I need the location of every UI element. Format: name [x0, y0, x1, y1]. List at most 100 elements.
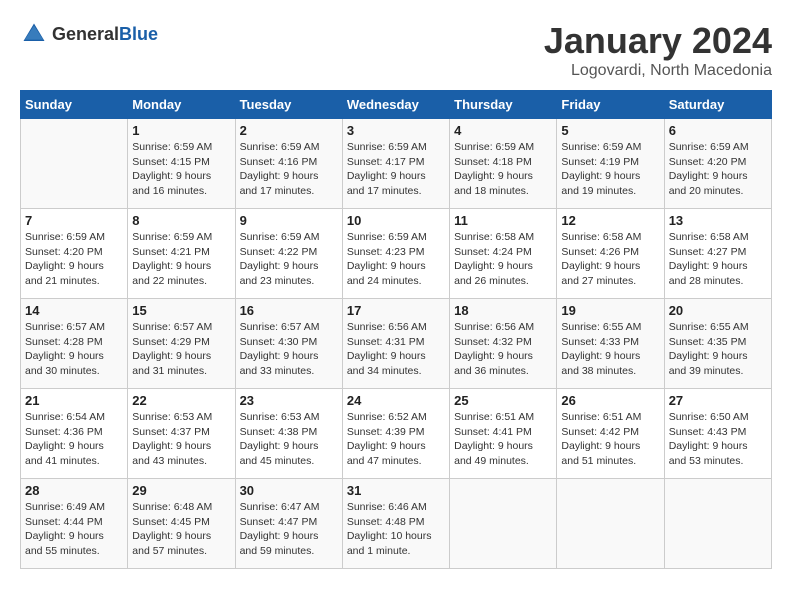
- logo-icon: [20, 20, 48, 48]
- day-info: Sunrise: 6:52 AMSunset: 4:39 PMDaylight:…: [347, 410, 445, 469]
- day-number: 23: [240, 393, 338, 408]
- calendar-cell: 13 Sunrise: 6:58 AMSunset: 4:27 PMDayligh…: [664, 209, 771, 299]
- day-info: Sunrise: 6:59 AMSunset: 4:16 PMDaylight:…: [240, 140, 338, 199]
- calendar-week-row: 21 Sunrise: 6:54 AMSunset: 4:36 PMDayligh…: [21, 389, 772, 479]
- day-number: 14: [25, 303, 123, 318]
- calendar-cell: 30Sunrise: 6:47 AMSunset: 4:47 PMDayligh…: [235, 479, 342, 569]
- title-block: January 2024 Logovardi, North Macedonia: [544, 20, 772, 80]
- day-info: Sunrise: 6:59 AMSunset: 4:15 PMDaylight:…: [132, 140, 230, 199]
- day-number: 20: [669, 303, 767, 318]
- calendar-subtitle: Logovardi, North Macedonia: [544, 62, 772, 80]
- day-number: 1: [132, 123, 230, 138]
- day-info: Sunrise: 6:58 AMSunset: 4:27 PMDaylight:…: [669, 230, 767, 289]
- calendar-title: January 2024: [544, 20, 772, 62]
- day-info: Sunrise: 6:57 AMSunset: 4:29 PMDaylight:…: [132, 320, 230, 379]
- column-header-tuesday: Tuesday: [235, 91, 342, 119]
- day-number: 13: [669, 213, 767, 228]
- day-info: Sunrise: 6:58 AMSunset: 4:26 PMDaylight:…: [561, 230, 659, 289]
- day-number: 18: [454, 303, 552, 318]
- day-info: Sunrise: 6:55 AMSunset: 4:33 PMDaylight:…: [561, 320, 659, 379]
- day-number: 10: [347, 213, 445, 228]
- day-number: 24: [347, 393, 445, 408]
- column-header-sunday: Sunday: [21, 91, 128, 119]
- calendar-cell: 28 Sunrise: 6:49 AMSunset: 4:44 PMDayligh…: [21, 479, 128, 569]
- calendar-cell: 9Sunrise: 6:59 AMSunset: 4:22 PMDaylight…: [235, 209, 342, 299]
- day-number: 11: [454, 213, 552, 228]
- calendar-cell: 1 Sunrise: 6:59 AMSunset: 4:15 PMDaylight…: [128, 119, 235, 209]
- day-info: Sunrise: 6:57 AMSunset: 4:28 PMDaylight:…: [25, 320, 123, 379]
- calendar-cell: 21 Sunrise: 6:54 AMSunset: 4:36 PMDayligh…: [21, 389, 128, 479]
- calendar-cell: 26 Sunrise: 6:51 AMSunset: 4:42 PMDayligh…: [557, 389, 664, 479]
- day-number: 17: [347, 303, 445, 318]
- calendar-cell: 14 Sunrise: 6:57 AMSunset: 4:28 PMDayligh…: [21, 299, 128, 389]
- day-number: 3: [347, 123, 445, 138]
- calendar-cell: 6Sunrise: 6:59 AMSunset: 4:20 PMDaylight…: [664, 119, 771, 209]
- day-number: 7: [25, 213, 123, 228]
- calendar-table: SundayMondayTuesdayWednesdayThursdayFrid…: [20, 90, 772, 569]
- calendar-cell: 18 Sunrise: 6:56 AMSunset: 4:32 PMDayligh…: [450, 299, 557, 389]
- day-info: Sunrise: 6:50 AMSunset: 4:43 PMDaylight:…: [669, 410, 767, 469]
- calendar-cell: 10Sunrise: 6:59 AMSunset: 4:23 PMDayligh…: [342, 209, 449, 299]
- day-info: Sunrise: 6:59 AMSunset: 4:21 PMDaylight:…: [132, 230, 230, 289]
- day-number: 31: [347, 483, 445, 498]
- calendar-cell: [664, 479, 771, 569]
- calendar-cell: 16Sunrise: 6:57 AMSunset: 4:30 PMDayligh…: [235, 299, 342, 389]
- day-number: 16: [240, 303, 338, 318]
- calendar-cell: 25 Sunrise: 6:51 AMSunset: 4:41 PMDayligh…: [450, 389, 557, 479]
- day-number: 2: [240, 123, 338, 138]
- calendar-cell: [450, 479, 557, 569]
- day-number: 4: [454, 123, 552, 138]
- calendar-week-row: 14 Sunrise: 6:57 AMSunset: 4:28 PMDayligh…: [21, 299, 772, 389]
- day-info: Sunrise: 6:59 AMSunset: 4:22 PMDaylight:…: [240, 230, 338, 289]
- calendar-cell: 8 Sunrise: 6:59 AMSunset: 4:21 PMDaylight…: [128, 209, 235, 299]
- calendar-cell: 3 Sunrise: 6:59 AMSunset: 4:17 PMDaylight…: [342, 119, 449, 209]
- day-info: Sunrise: 6:53 AMSunset: 4:37 PMDaylight:…: [132, 410, 230, 469]
- calendar-cell: 15 Sunrise: 6:57 AMSunset: 4:29 PMDayligh…: [128, 299, 235, 389]
- day-info: Sunrise: 6:54 AMSunset: 4:36 PMDaylight:…: [25, 410, 123, 469]
- day-info: Sunrise: 6:51 AMSunset: 4:41 PMDaylight:…: [454, 410, 552, 469]
- column-header-friday: Friday: [557, 91, 664, 119]
- day-info: Sunrise: 6:55 AMSunset: 4:35 PMDaylight:…: [669, 320, 767, 379]
- logo-text: GeneralBlue: [52, 24, 158, 45]
- day-number: 30: [240, 483, 338, 498]
- day-number: 27: [669, 393, 767, 408]
- day-number: 19: [561, 303, 659, 318]
- day-info: Sunrise: 6:51 AMSunset: 4:42 PMDaylight:…: [561, 410, 659, 469]
- column-header-monday: Monday: [128, 91, 235, 119]
- day-info: Sunrise: 6:56 AMSunset: 4:32 PMDaylight:…: [454, 320, 552, 379]
- calendar-cell: 20 Sunrise: 6:55 AMSunset: 4:35 PMDayligh…: [664, 299, 771, 389]
- calendar-cell: 4 Sunrise: 6:59 AMSunset: 4:18 PMDaylight…: [450, 119, 557, 209]
- column-header-wednesday: Wednesday: [342, 91, 449, 119]
- logo: GeneralBlue: [20, 20, 158, 48]
- calendar-cell: 19 Sunrise: 6:55 AMSunset: 4:33 PMDayligh…: [557, 299, 664, 389]
- calendar-cell: 22 Sunrise: 6:53 AMSunset: 4:37 PMDayligh…: [128, 389, 235, 479]
- day-number: 25: [454, 393, 552, 408]
- day-number: 15: [132, 303, 230, 318]
- day-number: 28: [25, 483, 123, 498]
- day-number: 12: [561, 213, 659, 228]
- day-number: 8: [132, 213, 230, 228]
- calendar-cell: [21, 119, 128, 209]
- day-number: 21: [25, 393, 123, 408]
- day-info: Sunrise: 6:53 AMSunset: 4:38 PMDaylight:…: [240, 410, 338, 469]
- column-header-thursday: Thursday: [450, 91, 557, 119]
- day-info: Sunrise: 6:56 AMSunset: 4:31 PMDaylight:…: [347, 320, 445, 379]
- calendar-week-row: 7Sunrise: 6:59 AMSunset: 4:20 PMDaylight…: [21, 209, 772, 299]
- day-number: 22: [132, 393, 230, 408]
- page-header: GeneralBlue January 2024 Logovardi, Nort…: [20, 20, 772, 80]
- calendar-week-row: 28 Sunrise: 6:49 AMSunset: 4:44 PMDayligh…: [21, 479, 772, 569]
- calendar-cell: [557, 479, 664, 569]
- day-number: 26: [561, 393, 659, 408]
- calendar-cell: 29Sunrise: 6:48 AMSunset: 4:45 PMDayligh…: [128, 479, 235, 569]
- day-info: Sunrise: 6:58 AMSunset: 4:24 PMDaylight:…: [454, 230, 552, 289]
- calendar-cell: 17 Sunrise: 6:56 AMSunset: 4:31 PMDayligh…: [342, 299, 449, 389]
- calendar-week-row: 1 Sunrise: 6:59 AMSunset: 4:15 PMDaylight…: [21, 119, 772, 209]
- day-info: Sunrise: 6:59 AMSunset: 4:17 PMDaylight:…: [347, 140, 445, 199]
- calendar-cell: 24 Sunrise: 6:52 AMSunset: 4:39 PMDayligh…: [342, 389, 449, 479]
- calendar-cell: 12 Sunrise: 6:58 AMSunset: 4:26 PMDayligh…: [557, 209, 664, 299]
- day-info: Sunrise: 6:49 AMSunset: 4:44 PMDaylight:…: [25, 500, 123, 559]
- calendar-header-row: SundayMondayTuesdayWednesdayThursdayFrid…: [21, 91, 772, 119]
- day-info: Sunrise: 6:59 AMSunset: 4:18 PMDaylight:…: [454, 140, 552, 199]
- calendar-cell: 27 Sunrise: 6:50 AMSunset: 4:43 PMDayligh…: [664, 389, 771, 479]
- calendar-cell: 7Sunrise: 6:59 AMSunset: 4:20 PMDaylight…: [21, 209, 128, 299]
